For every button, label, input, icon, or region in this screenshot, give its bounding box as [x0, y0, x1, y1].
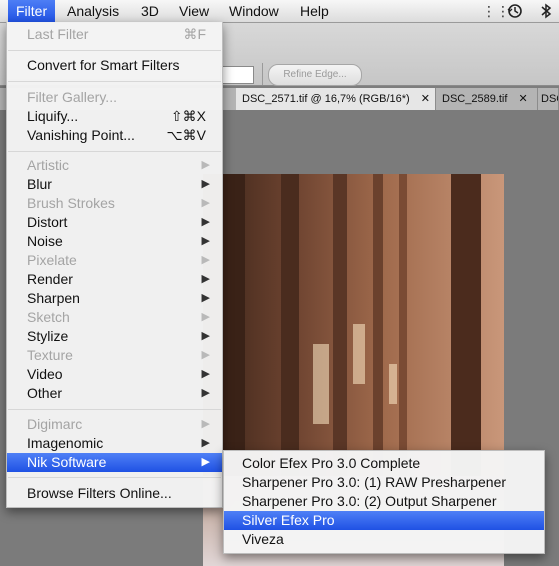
chevron-right-icon: ▶ [201, 292, 210, 304]
item-label: Other [27, 385, 63, 401]
chevron-right-icon: ▶ [201, 197, 210, 209]
chevron-right-icon: ▶ [201, 437, 210, 449]
menu-3d[interactable]: 3D [133, 0, 167, 22]
menu-item-digimarc: Digimarc ▶ [7, 415, 222, 434]
item-label: Color Efex Pro 3.0 Complete [242, 455, 421, 471]
submenu-item-viveza[interactable]: Viveza [224, 530, 544, 549]
bluetooth-icon[interactable] [540, 3, 552, 22]
item-label: Noise [27, 233, 63, 249]
item-label: Sharpen [27, 290, 80, 306]
chevron-right-icon: ▶ [201, 387, 210, 399]
item-label: Filter Gallery... [27, 89, 117, 105]
menu-item-blur[interactable]: Blur ▶ [7, 175, 222, 194]
item-label: Convert for Smart Filters [27, 57, 180, 73]
menu-item-browse-filters-online[interactable]: Browse Filters Online... [7, 484, 222, 503]
submenu-item-color-efex[interactable]: Color Efex Pro 3.0 Complete [224, 454, 544, 473]
item-label: Blur [27, 176, 52, 192]
menu-item-brush-strokes: Brush Strokes ▶ [7, 194, 222, 213]
chevron-right-icon: ▶ [201, 159, 210, 171]
item-label: Render [27, 271, 73, 287]
menu-bar: Filter Analysis 3D View Window Help ⋮⋮ [0, 0, 559, 23]
item-label: Texture [27, 347, 73, 363]
item-label: Sketch [27, 309, 70, 325]
menu-item-video[interactable]: Video ▶ [7, 365, 222, 384]
item-label: Stylize [27, 328, 69, 344]
item-label: Distort [27, 214, 68, 230]
shortcut: ⌘F [183, 26, 206, 42]
chevron-right-icon: ▶ [201, 330, 210, 342]
item-label: Sharpener Pro 3.0: (2) Output Sharpener [242, 493, 497, 509]
menu-item-sketch: Sketch ▶ [7, 308, 222, 327]
item-label: Viveza [242, 531, 284, 547]
chevron-right-icon: ▶ [201, 368, 210, 380]
chevron-right-icon: ▶ [201, 311, 210, 323]
shortcut: ⌥⌘V [166, 127, 206, 143]
submenu-item-sharpener-output[interactable]: Sharpener Pro 3.0: (2) Output Sharpener [224, 492, 544, 511]
item-label: Silver Efex Pro [242, 512, 335, 528]
chevron-right-icon: ▶ [201, 456, 210, 468]
item-label: Vanishing Point... [27, 127, 135, 143]
nik-software-submenu: Color Efex Pro 3.0 Complete Sharpener Pr… [223, 450, 545, 554]
menu-item-sharpen[interactable]: Sharpen ▶ [7, 289, 222, 308]
grid-icon[interactable]: ⋮⋮ [482, 3, 510, 20]
menu-item-imagenomic[interactable]: Imagenomic ▶ [7, 434, 222, 453]
tab-label: DSC [541, 93, 558, 105]
option-field[interactable] [220, 66, 254, 84]
menu-item-last-filter: Last Filter ⌘F [7, 25, 222, 44]
item-label: Browse Filters Online... [27, 485, 172, 501]
menu-item-noise[interactable]: Noise ▶ [7, 232, 222, 251]
menu-view[interactable]: View [171, 0, 217, 22]
tab-label: DSC_2571.tif @ 16,7% (RGB/16*) [242, 93, 410, 105]
chevron-right-icon: ▶ [201, 235, 210, 247]
tab-dsc-2571[interactable]: DSC_2571.tif @ 16,7% (RGB/16*) ✕ [236, 88, 436, 110]
time-machine-icon[interactable] [507, 3, 523, 22]
menu-item-other[interactable]: Other ▶ [7, 384, 222, 403]
submenu-item-silver-efex[interactable]: Silver Efex Pro [224, 511, 544, 530]
item-label: Brush Strokes [27, 195, 115, 211]
item-label: Liquify... [27, 108, 79, 124]
divider [262, 63, 263, 85]
chevron-right-icon: ▶ [201, 178, 210, 190]
menu-item-distort[interactable]: Distort ▶ [7, 213, 222, 232]
tab-dsc-2589[interactable]: DSC_2589.tif ✕ [436, 88, 538, 110]
menu-analysis[interactable]: Analysis [59, 0, 127, 22]
menu-item-render[interactable]: Render ▶ [7, 270, 222, 289]
close-icon[interactable]: ✕ [519, 93, 528, 105]
chevron-right-icon: ▶ [201, 216, 210, 228]
item-label: Video [27, 366, 63, 382]
chevron-right-icon: ▶ [201, 349, 210, 361]
item-label: Digimarc [27, 416, 83, 432]
chevron-right-icon: ▶ [201, 418, 210, 430]
menu-window[interactable]: Window [221, 0, 287, 22]
menu-help[interactable]: Help [292, 0, 337, 22]
menu-item-artistic: Artistic ▶ [7, 156, 222, 175]
item-label: Sharpener Pro 3.0: (1) RAW Presharpener [242, 474, 507, 490]
refine-edge-button[interactable]: Refine Edge... [268, 64, 362, 86]
shortcut: ⇧⌘X [170, 108, 206, 124]
menu-item-liquify[interactable]: Liquify... ⇧⌘X [7, 107, 222, 126]
menu-item-pixelate: Pixelate ▶ [7, 251, 222, 270]
menu-item-convert-smart-filters[interactable]: Convert for Smart Filters [7, 56, 222, 75]
item-label: Last Filter [27, 26, 89, 42]
menu-item-vanishing-point[interactable]: Vanishing Point... ⌥⌘V [7, 126, 222, 145]
menu-item-texture: Texture ▶ [7, 346, 222, 365]
tab-dsc[interactable]: DSC [538, 88, 559, 110]
menu-item-filter-gallery: Filter Gallery... [7, 88, 222, 107]
submenu-item-sharpener-raw[interactable]: Sharpener Pro 3.0: (1) RAW Presharpener [224, 473, 544, 492]
menu-filter[interactable]: Filter [8, 0, 56, 22]
close-icon[interactable]: ✕ [421, 93, 430, 105]
item-label: Artistic [27, 157, 69, 173]
tab-label: DSC_2589.tif [442, 93, 508, 105]
menu-item-stylize[interactable]: Stylize ▶ [7, 327, 222, 346]
chevron-right-icon: ▶ [201, 254, 210, 266]
filter-menu: Last Filter ⌘F Convert for Smart Filters… [6, 22, 223, 508]
chevron-right-icon: ▶ [201, 273, 210, 285]
item-label: Imagenomic [27, 435, 104, 451]
menu-item-nik-software[interactable]: Nik Software ▶ [7, 453, 222, 472]
item-label: Nik Software [27, 454, 107, 470]
item-label: Pixelate [27, 252, 77, 268]
